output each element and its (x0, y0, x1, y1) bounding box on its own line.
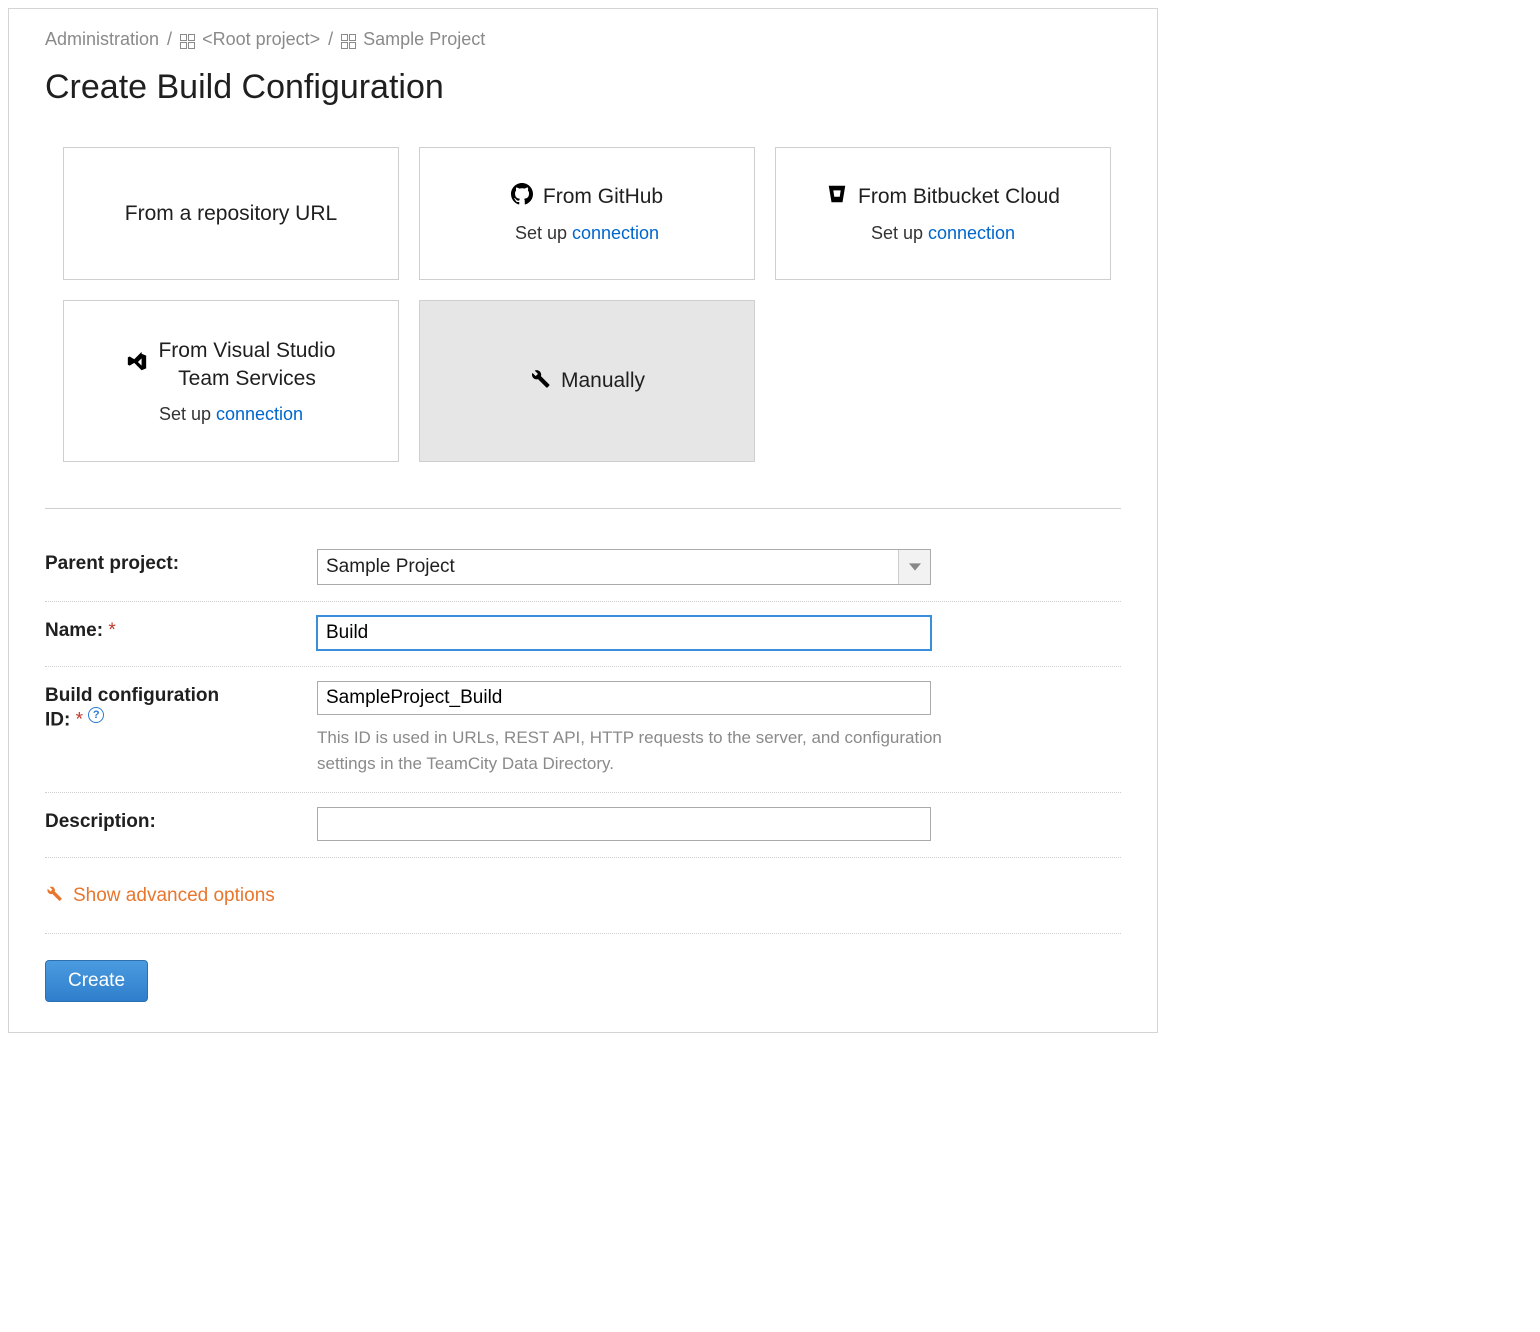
project-icon (180, 34, 194, 48)
card-label: From Bitbucket Cloud (858, 185, 1060, 209)
description-label: Description: (45, 807, 305, 833)
help-icon[interactable]: ? (88, 707, 104, 723)
card-label: From GitHub (543, 185, 663, 209)
card-label-line2: Team Services (178, 365, 316, 392)
page-title: Create Build Configuration (45, 68, 1121, 107)
create-button[interactable]: Create (45, 960, 148, 1002)
config-form: Parent project: Sample Project Name: * B… (45, 535, 1121, 858)
breadcrumb-sep: / (167, 29, 172, 50)
breadcrumb: Administration / <Root project> / Sample… (45, 29, 1121, 50)
name-input[interactable] (317, 616, 931, 650)
source-cards: From a repository URL From GitHub Set up… (63, 147, 1121, 462)
build-id-input[interactable] (317, 681, 931, 715)
project-icon (341, 34, 355, 48)
row-build-id: Build configuration ID: * ? This ID is u… (45, 667, 1121, 793)
show-advanced-link[interactable]: Show advanced options (73, 885, 275, 907)
card-subtext: Set up connection (159, 404, 303, 425)
card-subtext: Set up connection (515, 223, 659, 244)
parent-project-select[interactable]: Sample Project (317, 549, 931, 585)
card-vsts[interactable]: From Visual Studio Team Services Set up … (63, 300, 399, 462)
connection-link[interactable]: connection (216, 404, 303, 424)
required-mark: * (76, 709, 83, 730)
card-manually[interactable]: Manually (419, 300, 755, 462)
github-icon (511, 183, 533, 211)
card-label: From a repository URL (125, 202, 337, 226)
connection-link[interactable]: connection (572, 223, 659, 243)
divider (45, 508, 1121, 509)
breadcrumb-project[interactable]: Sample Project (363, 29, 485, 50)
card-bitbucket[interactable]: From Bitbucket Cloud Set up connection (775, 147, 1111, 280)
visual-studio-icon (126, 351, 148, 379)
advanced-options-row: Show advanced options (45, 858, 1121, 934)
card-label-line1: From Visual Studio (158, 337, 335, 364)
parent-project-label: Parent project: (45, 549, 305, 575)
chevron-down-icon (898, 550, 930, 584)
breadcrumb-root[interactable]: <Root project> (202, 29, 320, 50)
connection-link[interactable]: connection (928, 223, 1015, 243)
build-id-help: This ID is used in URLs, REST API, HTTP … (317, 725, 987, 776)
card-github[interactable]: From GitHub Set up connection (419, 147, 755, 280)
card-repo-url[interactable]: From a repository URL (63, 147, 399, 280)
description-input[interactable] (317, 807, 931, 841)
build-id-label: Build configuration ID: * ? (45, 681, 305, 731)
row-parent-project: Parent project: Sample Project (45, 535, 1121, 602)
card-subtext: Set up connection (871, 223, 1015, 244)
breadcrumb-sep: / (328, 29, 333, 50)
row-description: Description: (45, 793, 1121, 858)
wrench-icon (529, 367, 551, 395)
card-label: Manually (561, 369, 645, 393)
select-value: Sample Project (318, 550, 898, 584)
breadcrumb-admin[interactable]: Administration (45, 29, 159, 50)
bitbucket-icon (826, 183, 848, 211)
wrench-icon (45, 884, 63, 907)
required-mark: * (108, 620, 115, 641)
name-label: Name: * (45, 616, 305, 642)
row-name: Name: * (45, 602, 1121, 667)
